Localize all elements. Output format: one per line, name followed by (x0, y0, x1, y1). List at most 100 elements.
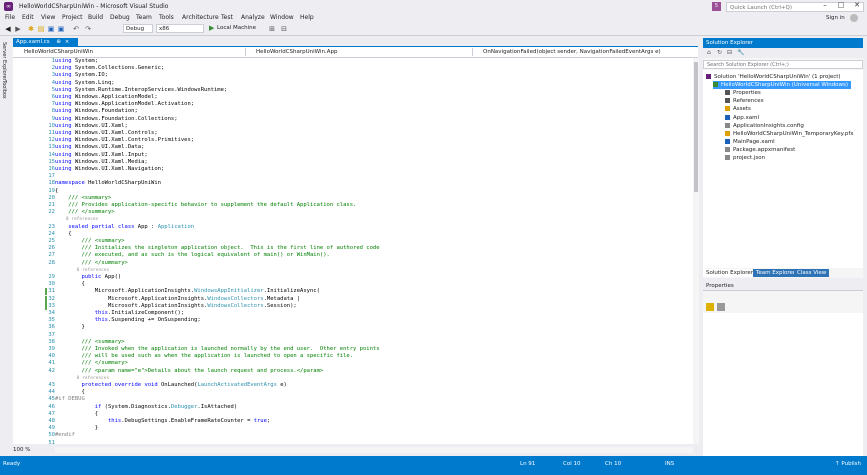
code-line[interactable]: { (55, 281, 84, 288)
maximize-icon[interactable]: □ (834, 0, 848, 10)
tree-appinsights-config[interactable]: ApplicationInsights.config (725, 122, 804, 130)
code-line[interactable]: using System.Collections.Generic; (55, 65, 164, 72)
code-line[interactable]: using Windows.UI.Xaml.Data; (55, 144, 144, 151)
menu-test[interactable]: Test (221, 14, 233, 21)
menu-analyze[interactable]: Analyze (241, 14, 265, 21)
tree-package-manifest[interactable]: Package.appxmanifest (725, 146, 795, 154)
code-line[interactable]: /// <param name="e">Details about the la… (55, 368, 323, 375)
code-line[interactable]: #endif (55, 432, 75, 439)
back-icon[interactable]: ◀ (4, 25, 12, 33)
code-line[interactable]: using System.Runtime.InteropServices.Win… (55, 87, 227, 94)
platform-select[interactable]: x86 (156, 24, 204, 33)
close-tab-icon[interactable]: × (65, 39, 70, 45)
open-folder-icon[interactable]: ▤ (37, 25, 45, 33)
code-line[interactable]: 0 references (55, 375, 110, 382)
code-line[interactable]: /// </summary> (55, 360, 127, 367)
code-line[interactable]: using Windows.Foundation; (55, 108, 138, 115)
notifications-flag-icon[interactable]: 5 (712, 2, 721, 11)
start-debugging-icon[interactable]: ▶ (209, 24, 214, 33)
minimize-icon[interactable]: – (818, 0, 832, 10)
collapse-all-icon[interactable]: ⊟ (727, 49, 732, 56)
tree-project[interactable]: HelloWorldCSharpUniWin (Universal Window… (713, 81, 852, 90)
code-line[interactable]: using System.IO; (55, 72, 108, 79)
member-navigation-select[interactable]: OnNavigationFailed(object sender, Naviga… (473, 48, 697, 56)
editor-horizontal-scrollbar[interactable] (55, 447, 693, 453)
menu-team[interactable]: Team (136, 14, 152, 21)
class-navigation-select[interactable]: HelloWorldCSharpUniWin.App (246, 48, 473, 56)
code-line[interactable]: using Windows.ApplicationModel; (55, 94, 158, 101)
code-line[interactable]: sealed partial class App : Application (55, 224, 194, 231)
refresh-icon[interactable]: ↻ (717, 49, 722, 56)
redo-icon[interactable]: ↷ (84, 25, 92, 33)
code-line[interactable]: Microsoft.ApplicationInsights.WindowsCol… (55, 296, 300, 303)
sign-in-link[interactable]: Sign in (826, 15, 845, 21)
code-line[interactable]: Microsoft.ApplicationInsights.WindowsCol… (55, 303, 297, 310)
code-line[interactable]: using System; (55, 58, 98, 65)
new-project-icon[interactable]: ✱ (27, 25, 35, 33)
menu-window[interactable]: Window (270, 14, 294, 21)
tree-references[interactable]: References (725, 97, 764, 105)
menu-architecture[interactable]: Architecture (182, 14, 219, 21)
code-line[interactable]: using Windows.UI.Xaml.Input; (55, 152, 148, 159)
save-all-icon[interactable]: ▣ (57, 25, 65, 33)
undo-icon[interactable]: ↶ (72, 25, 80, 33)
tree-mainpage-xaml[interactable]: MainPage.xaml (725, 138, 775, 146)
forward-icon[interactable]: ▶ (14, 25, 22, 33)
tree-solution[interactable]: Solution 'HelloWorldCSharpUniWin' (1 pro… (706, 73, 841, 81)
code-line[interactable]: } (55, 324, 84, 331)
code-line[interactable]: { (55, 411, 98, 418)
editor-scroll-thumb[interactable] (694, 62, 698, 192)
code-line[interactable]: namespace HelloWorldCSharpUniWin (55, 180, 161, 187)
code-line[interactable]: /// will be used such as when the applic… (55, 353, 353, 360)
code-line[interactable]: /// <summary> (55, 238, 124, 245)
code-line[interactable]: using Windows.UI.Xaml.Media; (55, 159, 148, 166)
code-line[interactable]: /// <summary> (55, 339, 124, 346)
code-line[interactable]: { (55, 188, 58, 195)
home-icon[interactable]: ⌂ (707, 49, 711, 56)
code-line[interactable]: /// <summary> (55, 195, 111, 202)
code-line[interactable]: protected override void OnLaunched(Launc… (55, 382, 287, 389)
menu-tools[interactable]: Tools (159, 14, 174, 21)
menu-debug[interactable]: Debug (110, 14, 130, 21)
menu-file[interactable]: File (5, 14, 15, 21)
categorized-icon[interactable] (706, 303, 714, 311)
code-line[interactable]: using Windows.UI.Xaml.Controls; (55, 130, 158, 137)
code-line[interactable]: using Windows.ApplicationModel.Activatio… (55, 101, 194, 108)
code-line[interactable]: using Windows.UI.Xaml; (55, 123, 128, 130)
zoom-level-select[interactable]: 100 % (13, 446, 53, 455)
tree-temporary-key[interactable]: HelloWorldCSharpUniWin_TemporaryKey.pfx (725, 130, 854, 138)
properties-icon[interactable]: 🔧 (737, 49, 744, 56)
publish-button[interactable]: ↑ Publish (835, 460, 861, 468)
code-line[interactable]: /// </summary> (55, 209, 114, 216)
tree-assets[interactable]: Assets (725, 105, 751, 113)
code-line[interactable]: Microsoft.ApplicationInsights.WindowsApp… (55, 288, 320, 295)
code-line[interactable]: using Windows.UI.Xaml.Controls.Primitive… (55, 137, 194, 144)
alphabetical-icon[interactable] (717, 303, 725, 311)
code-line[interactable]: using Windows.UI.Xaml.Navigation; (55, 166, 164, 173)
code-line[interactable]: /// Provides application-specific behavi… (55, 202, 356, 209)
menu-help[interactable]: Help (300, 14, 314, 21)
solution-explorer-search-input[interactable]: Search Solution Explorer (Ctrl+;) (703, 60, 863, 69)
code-line[interactable]: 0 references (55, 267, 110, 274)
tree-app-xaml[interactable]: App.xaml (725, 114, 759, 122)
code-line[interactable]: #if DEBUG (55, 396, 85, 403)
code-line[interactable]: this.DebugSettings.EnableFrameRateCounte… (55, 418, 270, 425)
close-icon[interactable]: ✕ (850, 0, 864, 10)
menu-edit[interactable]: Edit (22, 14, 34, 21)
save-icon[interactable]: ▣ (47, 25, 55, 33)
code-line[interactable]: using Windows.Foundation.Collections; (55, 116, 178, 123)
code-line[interactable]: using System.Linq; (55, 80, 115, 87)
code-line[interactable]: 0 references (55, 216, 99, 223)
configuration-select[interactable]: Debug (123, 24, 153, 33)
code-line[interactable]: { (55, 231, 71, 238)
tab-class-view[interactable]: Class View (794, 269, 830, 277)
tab-team-explorer[interactable]: Team Explorer (753, 269, 799, 277)
code-editor[interactable]: 1 2 3 4 5 6 7 8 9 10 11 12 13 14 15 16 17 18 19 20 21 22 23 24 2… (13, 58, 693, 444)
run-target-button[interactable]: Local Machine (217, 24, 256, 33)
toolbar-extra-icon[interactable]: ⊞ (268, 25, 276, 33)
code-line[interactable]: this.Suspending += OnSuspending; (55, 317, 201, 324)
pin-icon[interactable]: ⊕ (56, 39, 61, 45)
code-line[interactable]: } (55, 425, 98, 432)
tree-project-json[interactable]: project.json (725, 154, 765, 162)
menu-view[interactable]: View (41, 14, 55, 21)
